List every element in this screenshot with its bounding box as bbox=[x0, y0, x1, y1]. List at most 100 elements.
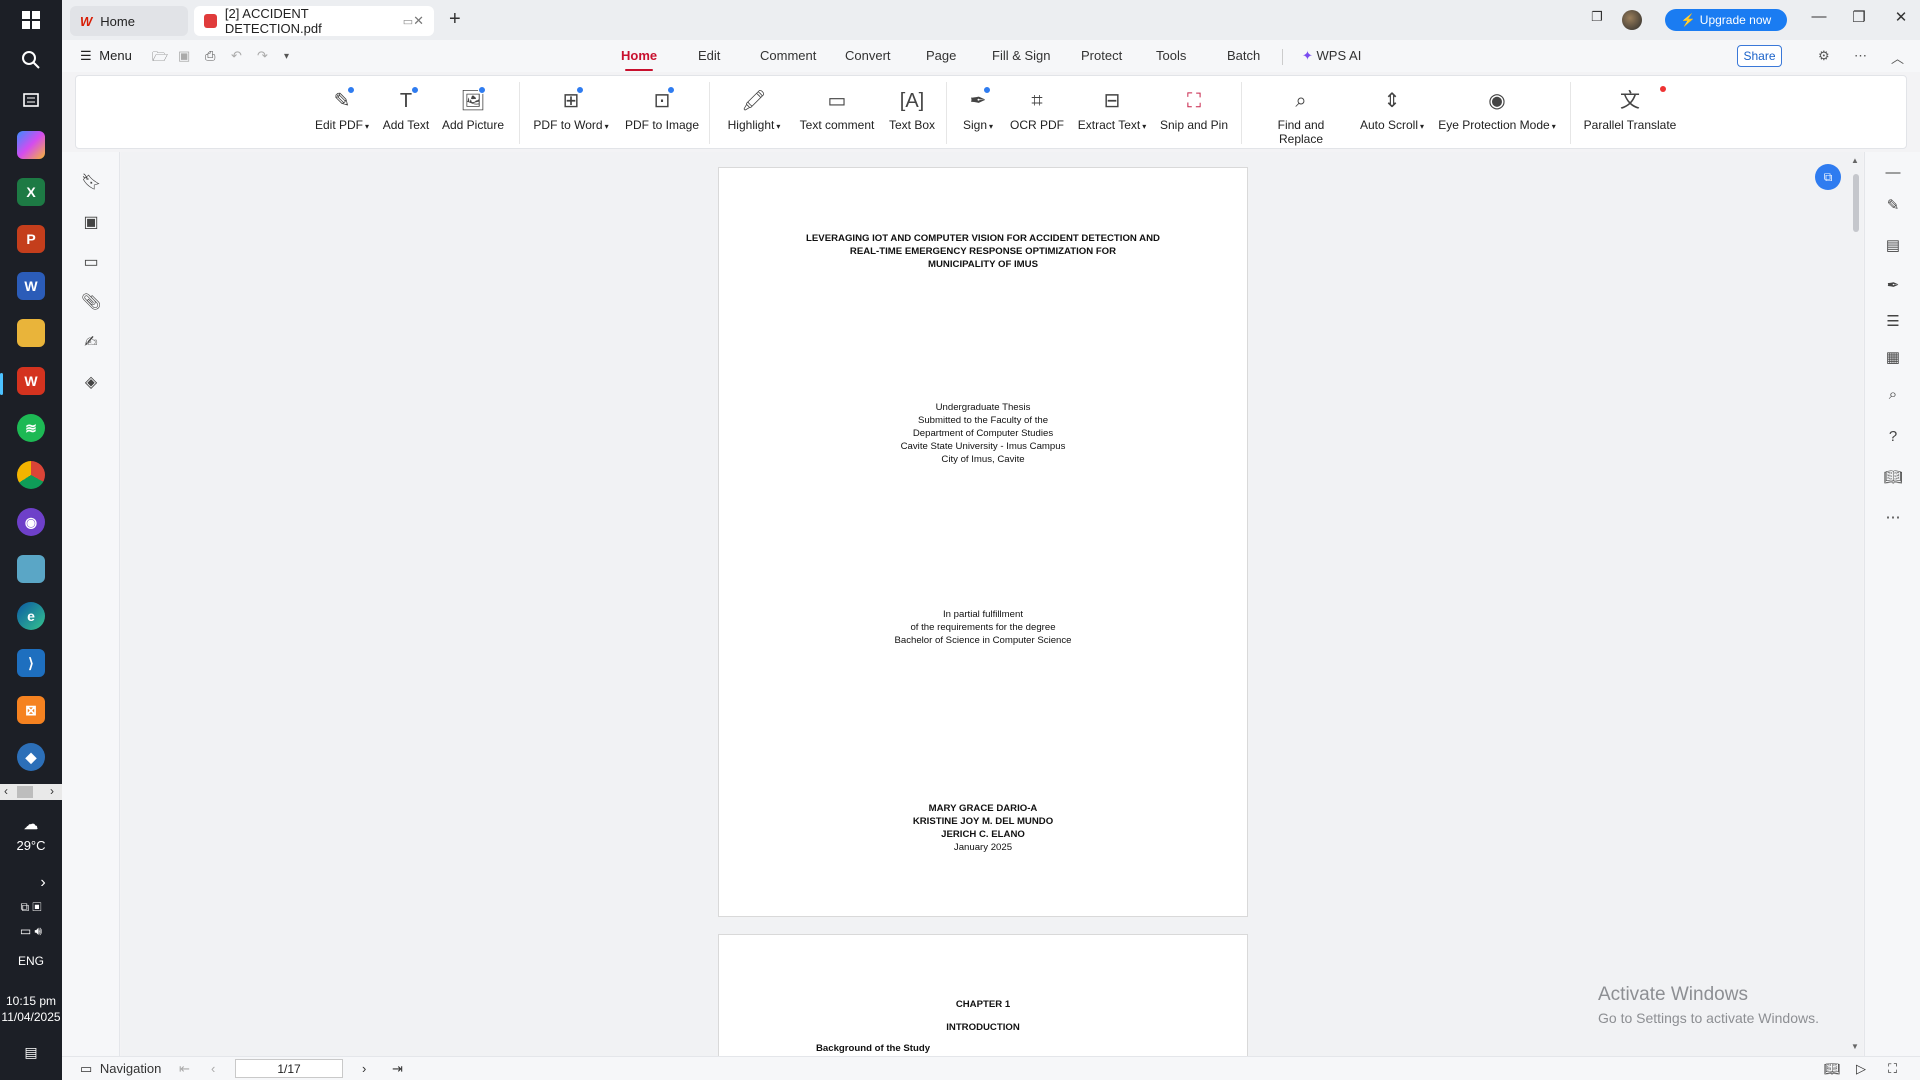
add-picture-button[interactable]: 🖼︎ Add Picture bbox=[441, 86, 505, 132]
reading-mode-icon[interactable]: 📖︎ bbox=[1824, 1061, 1841, 1077]
search-icon[interactable] bbox=[17, 46, 45, 74]
tab-document[interactable]: [2] ACCIDENT DETECTION.pdf ▭ ✕ bbox=[194, 6, 434, 36]
document-viewer[interactable]: LEVERAGING IOT AND COMPUTER VISION FOR A… bbox=[121, 152, 1863, 1056]
undo-icon[interactable]: ↶ bbox=[231, 48, 242, 64]
taskbar-scrollbar[interactable]: ‹ › bbox=[0, 784, 62, 800]
search-side-icon[interactable]: ⌕ bbox=[1883, 386, 1903, 403]
vscode-icon[interactable]: ⟩ bbox=[17, 649, 45, 677]
scroll-thumb[interactable] bbox=[1853, 174, 1859, 232]
weather-icon[interactable]: ☁ bbox=[17, 810, 45, 838]
app-icon[interactable] bbox=[17, 555, 45, 583]
user-avatar[interactable] bbox=[1622, 10, 1642, 30]
wps-ai-tab[interactable]: ✦ WPS AI bbox=[1302, 48, 1361, 64]
sign-button[interactable]: ✒ Sign ▾ bbox=[958, 86, 998, 132]
window-tile-icon[interactable]: ❐ bbox=[1582, 9, 1612, 25]
tab-home[interactable]: W Home bbox=[70, 6, 188, 36]
close-tab-icon[interactable]: ✕ bbox=[413, 13, 424, 29]
open-file-icon[interactable]: 🗁︎ bbox=[152, 48, 168, 70]
wps-office-icon[interactable]: W bbox=[17, 367, 45, 395]
signature-icon[interactable]: ✍︎ bbox=[81, 332, 101, 352]
tab-protect[interactable]: Protect bbox=[1081, 48, 1122, 63]
text-comment-button[interactable]: ▭ Text comment bbox=[797, 88, 877, 132]
first-page-icon[interactable]: ⇤ bbox=[179, 1061, 190, 1077]
pen-side-icon[interactable]: ✒ bbox=[1883, 276, 1903, 294]
parallel-translate-button[interactable]: 文 Parallel Translate bbox=[1582, 88, 1678, 132]
collapse-panel-icon[interactable]: — bbox=[1883, 164, 1903, 181]
more-icon[interactable]: ⋯ bbox=[1854, 48, 1867, 64]
comment-icon[interactable]: ▭ bbox=[81, 252, 101, 272]
tab-page[interactable]: Page bbox=[926, 48, 956, 63]
archive-side-icon[interactable]: ▦ bbox=[1883, 348, 1903, 366]
minimize-icon[interactable]: — bbox=[1804, 8, 1834, 25]
tab-home-ribbon[interactable]: Home bbox=[621, 48, 657, 71]
pdf-to-word-button[interactable]: ⊞ PDF to Word ▾ bbox=[531, 86, 611, 132]
scroll-right-icon[interactable]: › bbox=[50, 784, 54, 798]
columns-side-icon[interactable]: ☰ bbox=[1883, 312, 1903, 330]
scroll-up-icon[interactable]: ▲ bbox=[1851, 156, 1859, 165]
thumbnail-icon[interactable]: ▣ bbox=[81, 212, 101, 232]
save-icon[interactable]: ▣ bbox=[178, 48, 190, 64]
upgrade-now-button[interactable]: ⚡ Upgrade now bbox=[1665, 9, 1787, 31]
collapse-ribbon-icon[interactable]: ︿ bbox=[1891, 48, 1904, 67]
tray-icons[interactable]: ⧉ ▣ bbox=[0, 900, 62, 915]
document-side-icon[interactable]: ▤ bbox=[1883, 236, 1903, 254]
language-indicator[interactable]: ENG bbox=[0, 954, 62, 968]
attachment-icon[interactable]: 📎︎ bbox=[81, 292, 101, 312]
find-and-replace-button[interactable]: ⌕ Find and Replace bbox=[1254, 88, 1348, 146]
edge-icon[interactable]: e bbox=[17, 602, 45, 630]
extract-text-button[interactable]: ⊟ Extract Text ▾ bbox=[1075, 88, 1149, 132]
tab-batch[interactable]: Batch bbox=[1227, 48, 1260, 63]
play-icon[interactable]: ▷ bbox=[1856, 1061, 1866, 1077]
scroll-down-icon[interactable]: ▼ bbox=[1851, 1042, 1859, 1051]
copilot-icon[interactable] bbox=[17, 131, 45, 159]
app-icon-2[interactable]: ◆ bbox=[17, 743, 45, 771]
next-page-icon[interactable]: › bbox=[362, 1061, 366, 1076]
powerpoint-icon[interactable]: P bbox=[17, 225, 45, 253]
excel-icon[interactable]: X bbox=[17, 178, 45, 206]
notification-icon[interactable]: ▤ bbox=[0, 1044, 62, 1061]
more-side-icon[interactable]: ⋯ bbox=[1883, 508, 1903, 526]
edit-pdf-button[interactable]: ✎ Edit PDF ▾ bbox=[312, 86, 372, 132]
menu-button[interactable]: ☰ Menu bbox=[80, 48, 132, 64]
github-icon[interactable]: ◉ bbox=[17, 508, 45, 536]
windows-start-icon[interactable] bbox=[17, 6, 45, 34]
monitor-icon[interactable]: ▭ bbox=[403, 15, 413, 28]
edit-side-icon[interactable]: ✎ bbox=[1883, 196, 1903, 214]
book-icon[interactable]: 📖︎ bbox=[1883, 468, 1903, 486]
eye-protection-button[interactable]: ◉ Eye Protection Mode ▾ bbox=[1436, 88, 1558, 132]
fullscreen-icon[interactable]: ⛶ bbox=[1888, 1061, 1897, 1077]
task-view-icon[interactable] bbox=[17, 86, 45, 114]
highlight-button[interactable]: 🖍︎ Highlight ▾ bbox=[722, 88, 786, 132]
bookmark-icon[interactable]: 🔖︎ bbox=[81, 172, 101, 192]
add-text-button[interactable]: T Add Text bbox=[381, 86, 431, 132]
settings-icon[interactable]: ⚙ bbox=[1818, 48, 1830, 64]
tab-comment[interactable]: Comment bbox=[760, 48, 816, 63]
spotify-icon[interactable]: ≋ bbox=[17, 414, 45, 442]
xampp-icon[interactable]: ⊠ bbox=[17, 696, 45, 724]
scroll-left-icon[interactable]: ‹ bbox=[4, 784, 8, 798]
previous-page-icon[interactable]: ‹ bbox=[211, 1061, 215, 1076]
pdf-to-image-button[interactable]: ⊡ PDF to Image bbox=[624, 86, 700, 132]
text-box-button[interactable]: [A] Text Box bbox=[887, 88, 937, 132]
clock-date[interactable]: 11/04/2025 bbox=[0, 1010, 62, 1024]
close-window-icon[interactable]: ✕ bbox=[1886, 8, 1916, 26]
redo-icon[interactable]: ↷ bbox=[257, 48, 268, 64]
share-button[interactable]: Share bbox=[1737, 45, 1782, 67]
tab-edit[interactable]: Edit bbox=[698, 48, 720, 63]
quick-access-dropdown-icon[interactable]: ▾ bbox=[284, 51, 289, 62]
floating-translate-button[interactable]: ⧉ bbox=[1815, 164, 1841, 190]
page-number-input[interactable] bbox=[235, 1059, 343, 1078]
word-icon[interactable]: W bbox=[17, 272, 45, 300]
file-explorer-icon[interactable] bbox=[17, 319, 45, 347]
navigation-button[interactable]: ▭ Navigation bbox=[80, 1061, 161, 1077]
clock-time[interactable]: 10:15 pm bbox=[0, 994, 62, 1008]
tab-fill-sign[interactable]: Fill & Sign bbox=[992, 48, 1051, 63]
last-page-icon[interactable]: ⇥ bbox=[392, 1061, 403, 1077]
help-icon[interactable]: ? bbox=[1883, 428, 1903, 445]
volume-network-icons[interactable]: ▭ 🔊︎ bbox=[0, 924, 62, 939]
print-icon[interactable]: ⎙ bbox=[205, 48, 215, 64]
tab-tools[interactable]: Tools bbox=[1156, 48, 1186, 63]
restore-icon[interactable]: ❐ bbox=[1844, 8, 1874, 26]
vertical-scrollbar[interactable]: ▲ ▼ bbox=[1849, 152, 1863, 1056]
ocr-pdf-button[interactable]: ⌗ OCR PDF bbox=[1009, 88, 1065, 132]
